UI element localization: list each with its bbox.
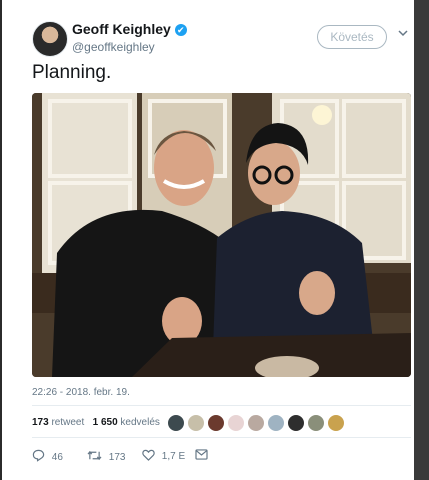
tweet-card: Geoff Keighley ✔ @geoffkeighley Követés P…: [2, 0, 414, 480]
like-button[interactable]: 1,7 E: [142, 449, 185, 462]
heart-icon: [142, 449, 155, 461]
reply-count: 46: [51, 452, 63, 463]
reply-icon: [32, 449, 45, 462]
reply-button[interactable]: 46: [32, 449, 63, 463]
retweets-count[interactable]: 173: [32, 417, 49, 428]
tweet-photo[interactable]: [32, 93, 411, 377]
likes-label[interactable]: kedvelés: [120, 417, 159, 428]
liker-avatar[interactable]: [207, 414, 225, 432]
photo-illustration: [32, 93, 411, 377]
liker-avatar[interactable]: [187, 414, 205, 432]
divider-top: [32, 405, 411, 406]
verified-badge-icon: ✔: [174, 24, 187, 36]
liker-avatar[interactable]: [247, 414, 265, 432]
liker-avatar[interactable]: [167, 414, 185, 432]
liker-avatar[interactable]: [307, 414, 325, 432]
tweet-text: Planning.: [32, 62, 112, 83]
retweets-label[interactable]: retweet: [51, 417, 84, 428]
author-name[interactable]: Geoff Keighley ✔: [72, 21, 187, 37]
tweet-timestamp[interactable]: 22:26 - 2018. febr. 19.: [32, 387, 130, 398]
liker-avatar[interactable]: [267, 414, 285, 432]
follow-button[interactable]: Követés: [317, 25, 387, 49]
background-edge: [414, 0, 429, 480]
chevron-down-icon[interactable]: [397, 27, 409, 42]
retweet-icon: [87, 450, 102, 461]
liker-avatar[interactable]: [227, 414, 245, 432]
author-handle[interactable]: @geoffkeighley: [72, 40, 155, 54]
retweet-button[interactable]: 173: [87, 449, 125, 463]
retweet-count: 173: [108, 452, 126, 463]
direct-message-button[interactable]: [195, 449, 208, 461]
direct-message-icon: [195, 449, 208, 460]
liker-avatar[interactable]: [287, 414, 305, 432]
likes-count[interactable]: 1 650: [93, 417, 118, 428]
author-name-text[interactable]: Geoff Keighley: [72, 21, 171, 37]
engagement-stats: 173 retweet 1 650 kedvelés: [32, 417, 160, 428]
liker-avatar[interactable]: [327, 414, 345, 432]
divider-bottom: [32, 437, 411, 438]
like-count: 1,7 E: [161, 451, 186, 462]
author-avatar[interactable]: [32, 21, 68, 57]
